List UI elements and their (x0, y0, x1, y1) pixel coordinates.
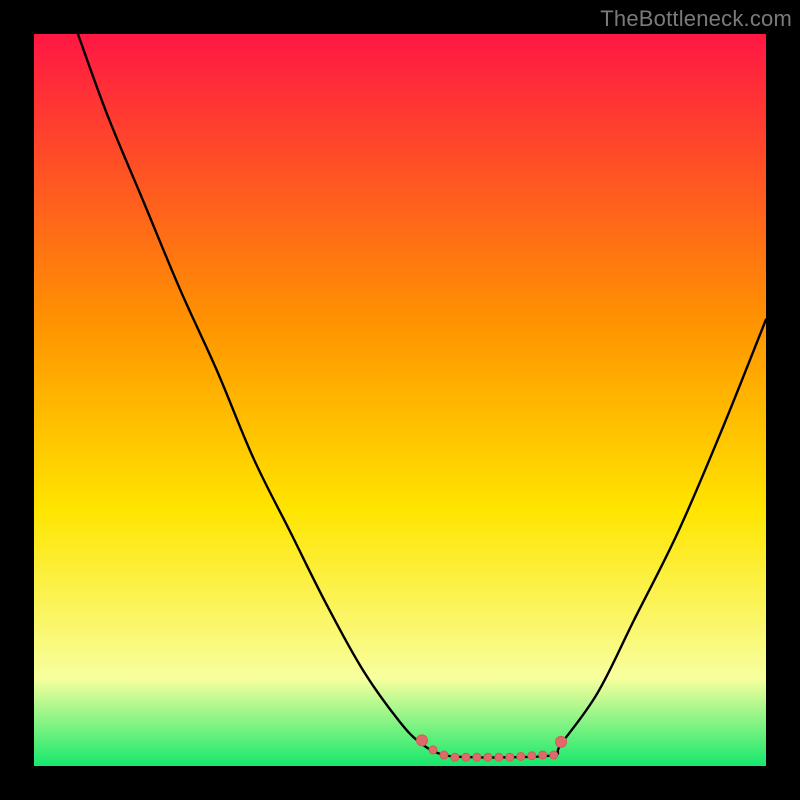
chart-frame: TheBottleneck.com (0, 0, 800, 800)
marker-dot (550, 751, 558, 759)
marker-dot (462, 753, 470, 761)
marker-dot (416, 735, 427, 746)
marker-dot (506, 753, 514, 761)
marker-dot (473, 753, 481, 761)
marker-dot (451, 753, 459, 761)
marker-dot (429, 746, 437, 754)
marker-dot (484, 753, 492, 761)
marker-dot (539, 751, 547, 759)
marker-dot (528, 752, 536, 760)
bottleneck-chart (34, 34, 766, 766)
marker-dot (556, 736, 567, 747)
watermark-text: TheBottleneck.com (600, 6, 792, 32)
marker-dot (517, 752, 525, 760)
plot-area (34, 34, 766, 766)
marker-dot (495, 753, 503, 761)
gradient-background (34, 34, 766, 766)
marker-dot (440, 751, 448, 759)
